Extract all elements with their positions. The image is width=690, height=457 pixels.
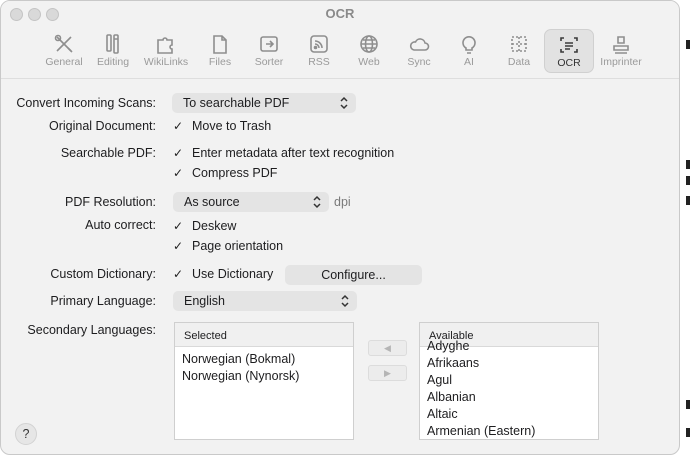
list-item[interactable]: Norwegian (Nynorsk) [175,368,353,385]
tab-imprinter-label: Imprinter [600,56,642,68]
lightbulb-icon [462,36,476,54]
dpi-unit: dpi [334,195,351,209]
sorter-icon [260,36,278,52]
list-item[interactable]: Armenian (Eastern) [420,423,598,439]
tools-icon [54,34,73,53]
page-orientation-text: Page orientation [192,239,284,253]
background-window-edge [686,400,690,409]
list-item[interactable]: Adyghe [420,338,598,355]
primary-language-label: Primary Language: [50,294,156,308]
stamp-icon [613,36,629,54]
background-window-edge [686,196,690,205]
checkmark-icon: ✓ [173,219,184,233]
background-window-edge [686,160,690,169]
list-item[interactable]: Norwegian (Bokmal) [175,351,353,368]
auto-correct-label: Auto correct: [85,218,156,232]
background-window-edge [686,176,690,185]
tab-wikilinks[interactable]: WikiLinks [141,29,191,73]
chevron-updown-icon [340,96,348,110]
page-orientation-checkbox[interactable]: ✓ Page orientation [173,239,283,253]
globe-icon [360,35,378,53]
checkmark-icon: ✓ [173,119,184,133]
compress-pdf-text: Compress PDF [192,166,278,180]
list-item[interactable]: Altaic [420,406,598,423]
use-dictionary-checkbox[interactable]: ✓ Use Dictionary [173,267,273,281]
background-window-edge [686,40,690,49]
pdf-resolution-popup[interactable]: As source [173,192,329,212]
tab-sync[interactable]: Sync [394,29,444,73]
chevron-updown-icon [313,195,321,209]
use-dictionary-text: Use Dictionary [192,267,274,281]
searchable-pdf-label: Searchable PDF: [60,146,156,160]
pencil-icon [106,34,119,54]
tab-web[interactable]: Web [344,29,394,73]
tab-wikilinks-label: WikiLinks [143,56,189,68]
cloud-icon [409,38,430,51]
add-language-button[interactable]: ◀ [368,340,407,356]
primary-language-popup[interactable]: English [173,291,357,311]
tab-rss[interactable]: RSS [294,29,344,73]
tab-ocr[interactable]: OCR [544,29,594,73]
pdf-resolution-value: As source [184,195,240,209]
remove-language-button[interactable]: ▶ [368,365,407,381]
chevron-updown-icon [341,294,349,308]
deskew-checkbox[interactable]: ✓ Deskew [173,219,236,233]
list-item[interactable]: Agul [420,372,598,389]
move-to-trash-checkbox[interactable]: ✓ Move to Trash [173,119,271,133]
pdf-resolution-label: PDF Resolution: [64,195,156,209]
convert-incoming-scans-popup[interactable]: To searchable PDF [172,93,356,113]
configure-dictionary-button[interactable]: Configure... [285,265,422,285]
checkmark-icon: ✓ [173,267,184,281]
custom-dictionary-label: Custom Dictionary: [50,267,156,281]
preferences-window: OCR General Editing WikiLinks Files Sort… [0,0,680,455]
title-bar: OCR General Editing WikiLinks Files Sort… [1,1,679,79]
tab-data[interactable]: Data [494,29,544,73]
tab-sorter[interactable]: Sorter [244,29,294,73]
files-icon [213,35,227,54]
tab-imprinter[interactable]: Imprinter [596,29,646,73]
secondary-languages-label: Secondary Languages: [27,323,156,337]
selected-list-header: Selected [175,323,353,347]
checkmark-icon: ✓ [173,146,184,160]
compress-pdf-checkbox[interactable]: ✓ Compress PDF [173,166,277,180]
background-window-edge [686,428,690,437]
convert-incoming-scans-value: To searchable PDF [183,96,290,110]
enter-metadata-text: Enter metadata after text recognition [192,146,395,160]
rss-icon [310,35,328,53]
deskew-text: Deskew [192,219,237,233]
enter-metadata-checkbox[interactable]: ✓ Enter metadata after text recognition [173,146,394,160]
list-item[interactable]: Afrikaans [420,355,598,372]
convert-incoming-scans-label: Convert Incoming Scans: [16,96,156,110]
ocr-scan-icon [560,37,578,53]
move-to-trash-text: Move to Trash [192,119,272,133]
list-item[interactable]: Albanian [420,389,598,406]
tab-editing[interactable]: Editing [88,29,138,73]
checkmark-icon: ✓ [173,166,184,180]
selected-languages-list[interactable]: Selected Norwegian (Bokmal) Norwegian (N… [174,322,354,440]
original-document-label: Original Document: [49,119,156,133]
window-title: OCR [325,6,355,21]
primary-language-value: English [184,294,225,308]
tab-ai[interactable]: AI [444,29,494,73]
help-button[interactable]: ? [15,423,37,445]
available-languages-list[interactable]: Available Adyghe Afrikaans Agul Albanian… [419,322,599,440]
data-icon [511,36,527,52]
puzzle-icon [157,37,173,54]
checkmark-icon: ✓ [173,239,184,253]
